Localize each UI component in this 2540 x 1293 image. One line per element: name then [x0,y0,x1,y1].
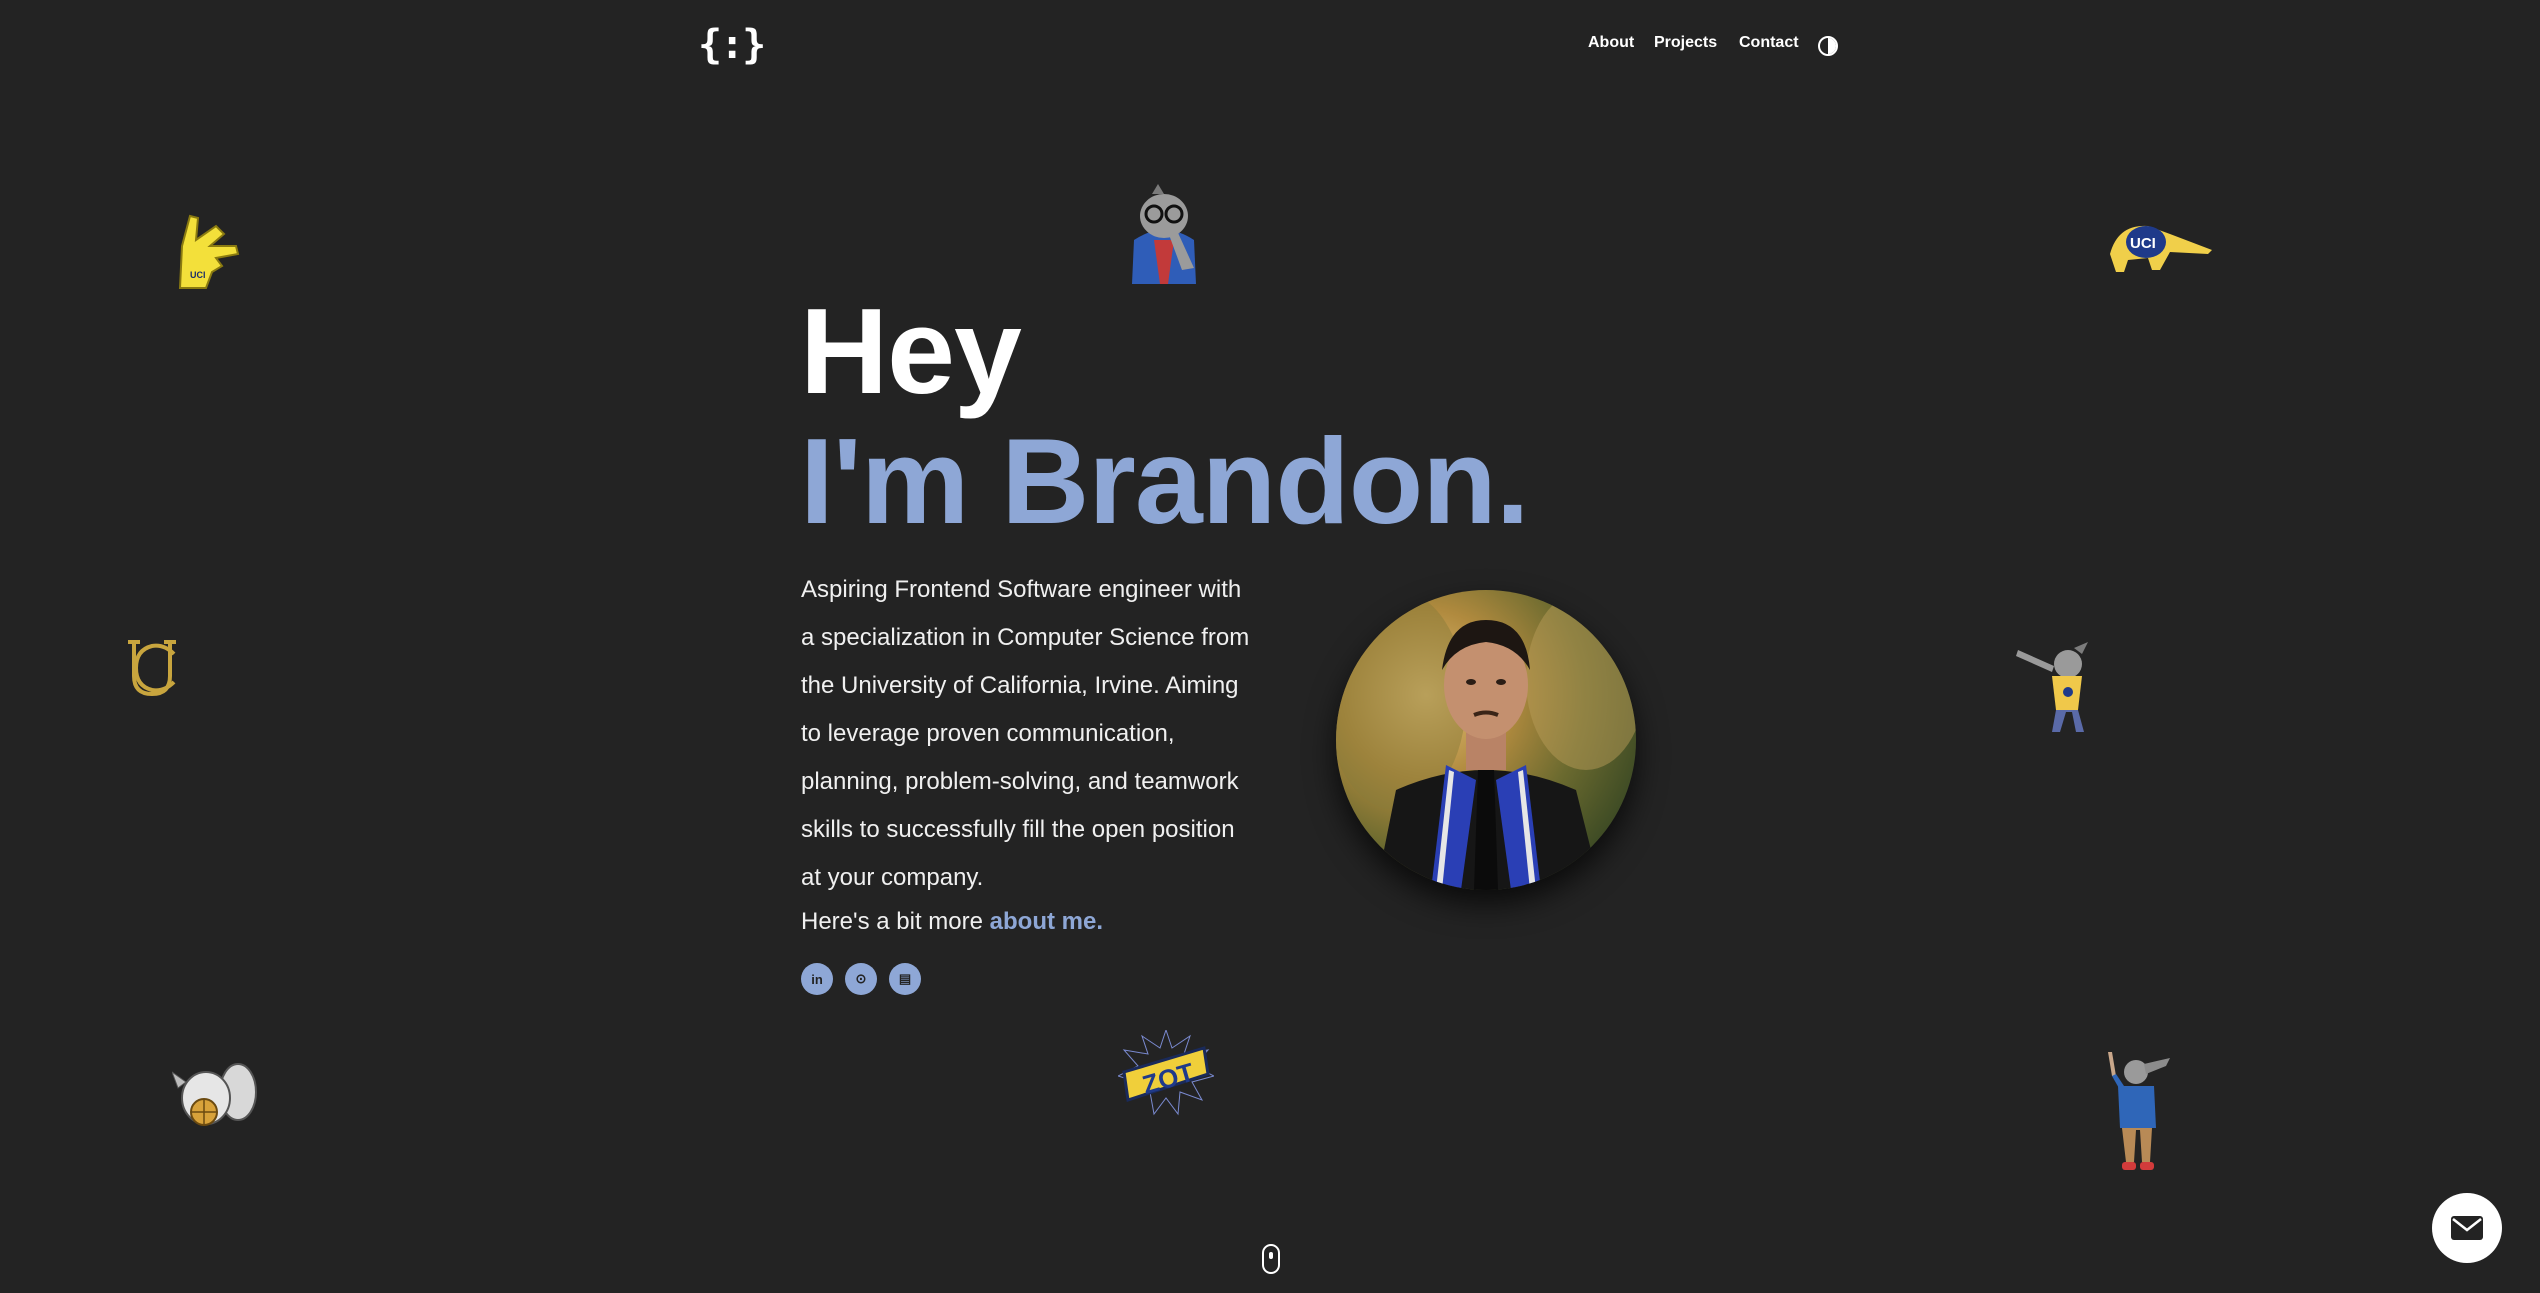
bio-line: skills to successfully fill the open pos… [801,816,1235,843]
bio-line: a specialization in Computer Science fro… [801,624,1250,651]
envelope-icon [2451,1216,2483,1240]
github-icon[interactable]: ⊙ [845,963,877,995]
uc-monogram-sticker [120,636,184,709]
hero-name: I'm Brandon. [800,413,1530,549]
standing-anteater-sticker [2100,1050,2172,1177]
nav-bar: About Projects Contact [0,34,2540,64]
scroll-down-mouse-icon[interactable] [1262,1244,1280,1274]
dabbing-anteater-sticker [2016,640,2106,741]
bio-line: at your company. [801,864,984,891]
nav-projects-link[interactable]: Projects [1654,34,1717,52]
resume-document-icon[interactable]: ▤ [889,963,921,995]
more-prefix: Here's a bit more [801,908,983,935]
bio-line: the University of California, Irvine. Ai… [801,672,1239,699]
anteater-with-basketball-sticker [170,1058,258,1141]
page: {:} About Projects Contact Hey I'm Brand… [0,0,2540,1293]
nav-about-link[interactable]: About [1588,34,1634,52]
zot-sticker: ZOT [1116,1028,1216,1121]
bio-line: planning, problem-solving, and teamwork [801,768,1239,795]
more-about-text: Here's a bit more about me. [801,902,1103,942]
about-me-link[interactable]: about me. [990,908,1103,935]
bio-line: Aspiring Frontend Software engineer with [801,576,1242,603]
uci-anteater-sticker: UCI [2108,214,2212,281]
theme-toggle-icon[interactable] [1818,36,1838,56]
nav-contact-link[interactable]: Contact [1739,34,1799,52]
linkedin-icon[interactable]: in [801,963,833,995]
contact-mail-button[interactable] [2432,1193,2502,1263]
bio-line: to leverage proven communication, [801,720,1175,747]
profile-photo [1336,590,1636,890]
uci-sticker-text: UCI [2130,235,2156,252]
zot-sticker-text: ZOT [1139,1057,1197,1100]
hero-greeting: Hey [800,283,1022,419]
anteater-hand-sign-sticker: UCI [172,206,244,295]
hero-bio: Aspiring Frontend Software engineer with… [801,566,1271,902]
nerd-anteater-sticker [1124,180,1204,289]
svg-text:UCI: UCI [190,270,206,280]
